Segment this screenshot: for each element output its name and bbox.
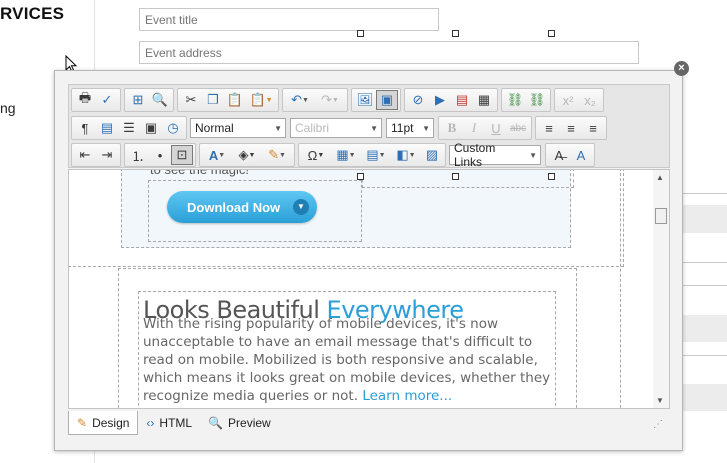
scrollbar-thumb[interactable] [655, 208, 667, 224]
code-icon: ‹› [146, 416, 155, 430]
redo-icon[interactable]: ↷ ▼ [315, 90, 345, 110]
undo-icon[interactable]: ↶ ▼ [285, 90, 315, 110]
column-outline [611, 170, 621, 408]
underline-button[interactable]: U [485, 118, 507, 138]
scroll-up-icon[interactable]: ▲ [656, 173, 664, 182]
custom-links-value: Custom Links [454, 141, 496, 169]
tab-html-label: HTML [159, 416, 193, 430]
show-borders-icon[interactable]: ⊡ [171, 145, 193, 165]
paragraph-style-select[interactable]: Normal ▼ [190, 118, 286, 138]
bulleted-list-icon[interactable]: • [149, 145, 171, 165]
background-color-icon[interactable]: ◈ ▼ [232, 145, 262, 165]
image-manager-icon[interactable]: 🖼 [354, 90, 376, 110]
editor-content-area[interactable]: to see the magic! Download Now ▼ Looks B… [68, 169, 654, 409]
numbered-list-icon[interactable]: ⒈ [127, 145, 149, 165]
pencil-icon: ✎ [77, 415, 88, 430]
chevron-down-icon: ▼ [370, 123, 378, 133]
tab-preview[interactable]: 🔍 Preview [200, 411, 279, 435]
resize-handle[interactable] [452, 30, 459, 37]
insert-form-icon[interactable]: ▣ [140, 118, 162, 138]
tab-design-label: Design [92, 415, 130, 430]
chevron-down-icon: ▼ [529, 150, 537, 160]
editor-mode-tabs: ✎ Design ‹› HTML 🔍 Preview [68, 411, 279, 435]
template-manager-icon[interactable]: ▦ [473, 90, 495, 110]
tab-html[interactable]: ‹› HTML [138, 411, 200, 435]
resize-grip-icon[interactable]: ⋰ [653, 419, 663, 430]
align-left-icon[interactable]: ≡ [538, 118, 560, 138]
learn-more-link[interactable]: Learn more... [362, 388, 452, 404]
resize-handle[interactable] [452, 173, 459, 180]
paste-options-icon[interactable]: 📋 ▼ [246, 90, 276, 110]
cut-icon[interactable]: ✂ [180, 90, 202, 110]
section-title: RVICES [0, 4, 65, 23]
select-all-icon[interactable]: ⊞ [127, 90, 149, 110]
download-now-label: Download Now [187, 199, 281, 215]
paragraph-mark-icon[interactable]: ¶ [74, 118, 96, 138]
custom-links-select[interactable]: Custom Links ▼ [449, 141, 541, 169]
magnifier-icon: 🔍 [208, 416, 224, 430]
paragraph-style-value: Normal [195, 121, 234, 135]
side-nav-text[interactable]: ng [0, 100, 16, 116]
event-address-input[interactable] [139, 41, 639, 64]
image-properties-icon[interactable]: ▨ [421, 145, 443, 165]
rich-text-editor: 🖶 ✓ ⊞ 🔍 ✂ ❐ 📋 📋 ▼ ↶ ▼ ↷ ▼ 🖼 ▣ ⊘ ▶ ▤ ▦ ⛓ … [54, 70, 683, 451]
align-right-icon[interactable]: ≡ [582, 118, 604, 138]
resize-handle[interactable] [548, 173, 555, 180]
resize-handle[interactable] [357, 173, 364, 180]
layout-cell-outline [362, 170, 574, 188]
clear-formatting-icon[interactable]: A [570, 145, 592, 165]
subscript-icon[interactable]: x₂ [579, 90, 601, 110]
chevron-down-icon: ▼ [422, 123, 430, 133]
font-size-value: 11pt [391, 121, 414, 135]
font-name-select[interactable]: Calibri ▼ [290, 118, 382, 138]
indent-icon[interactable]: ⇥ [96, 145, 118, 165]
event-title-input[interactable] [139, 8, 439, 31]
hint-text: to see the magic! [150, 169, 249, 177]
insert-symbol-icon[interactable]: ▤ ▼ [361, 145, 391, 165]
outdent-icon[interactable]: ⇤ [74, 145, 96, 165]
bold-button[interactable]: B [441, 118, 463, 138]
strikethrough-button[interactable]: abc [507, 118, 529, 138]
resize-handle[interactable] [548, 30, 555, 37]
scroll-down-icon[interactable]: ▼ [656, 396, 664, 405]
content-paragraph: With the rising popularity of mobile dev… [143, 315, 553, 405]
superscript-icon[interactable]: x² [557, 90, 579, 110]
unlink-icon[interactable]: ⛓ [526, 90, 548, 110]
flash-manager-icon[interactable]: ⊘ [407, 90, 429, 110]
document-manager-icon[interactable]: ▤ [451, 90, 473, 110]
chevron-down-icon: ▼ [274, 123, 282, 133]
print-icon[interactable]: 🖶 [74, 90, 96, 110]
align-text-icon[interactable]: ☰ [118, 118, 140, 138]
media-manager-icon[interactable]: ▶ [429, 90, 451, 110]
image-map-icon[interactable]: ▣ [376, 90, 398, 110]
chevron-down-icon: ▼ [293, 199, 309, 215]
insert-snippet-icon[interactable]: ◧ ▼ [391, 145, 421, 165]
font-size-select[interactable]: 11pt ▼ [386, 118, 434, 138]
hyperlink-icon[interactable]: ⛓ [504, 90, 526, 110]
insert-date-icon[interactable]: ◷ [162, 118, 184, 138]
resize-handle[interactable] [357, 30, 364, 37]
font-color-icon[interactable]: A ▼ [202, 145, 232, 165]
editor-toolbar: 🖶 ✓ ⊞ 🔍 ✂ ❐ 📋 📋 ▼ ↶ ▼ ↷ ▼ 🖼 ▣ ⊘ ▶ ▤ ▦ ⛓ … [68, 84, 670, 169]
vertical-scrollbar[interactable]: ▲ ▼ [653, 169, 670, 409]
find-replace-icon[interactable]: 🔍 [149, 90, 171, 110]
format-painter-icon[interactable]: ✎ ▼ [262, 145, 292, 165]
italic-button[interactable]: I [463, 118, 485, 138]
font-name-value: Calibri [295, 121, 330, 135]
paragraph-text: With the rising popularity of mobile dev… [143, 316, 551, 404]
tab-design[interactable]: ✎ Design [68, 411, 139, 435]
spellcheck-icon[interactable]: ✓ [96, 90, 118, 110]
format-stripper-icon[interactable]: A̶ [548, 145, 570, 165]
special-characters-icon[interactable]: Ω ▼ [301, 145, 331, 165]
insert-table-icon[interactable]: ▦ ▼ [331, 145, 361, 165]
copy-icon[interactable]: ❐ [202, 90, 224, 110]
tab-preview-label: Preview [228, 416, 271, 430]
paste-plain-text-icon[interactable]: ▤ [96, 118, 118, 138]
close-icon[interactable]: × [674, 61, 689, 76]
download-now-button[interactable]: Download Now ▼ [167, 191, 317, 223]
align-center-icon[interactable]: ≡ [560, 118, 582, 138]
paste-icon[interactable]: 📋 [224, 90, 246, 110]
